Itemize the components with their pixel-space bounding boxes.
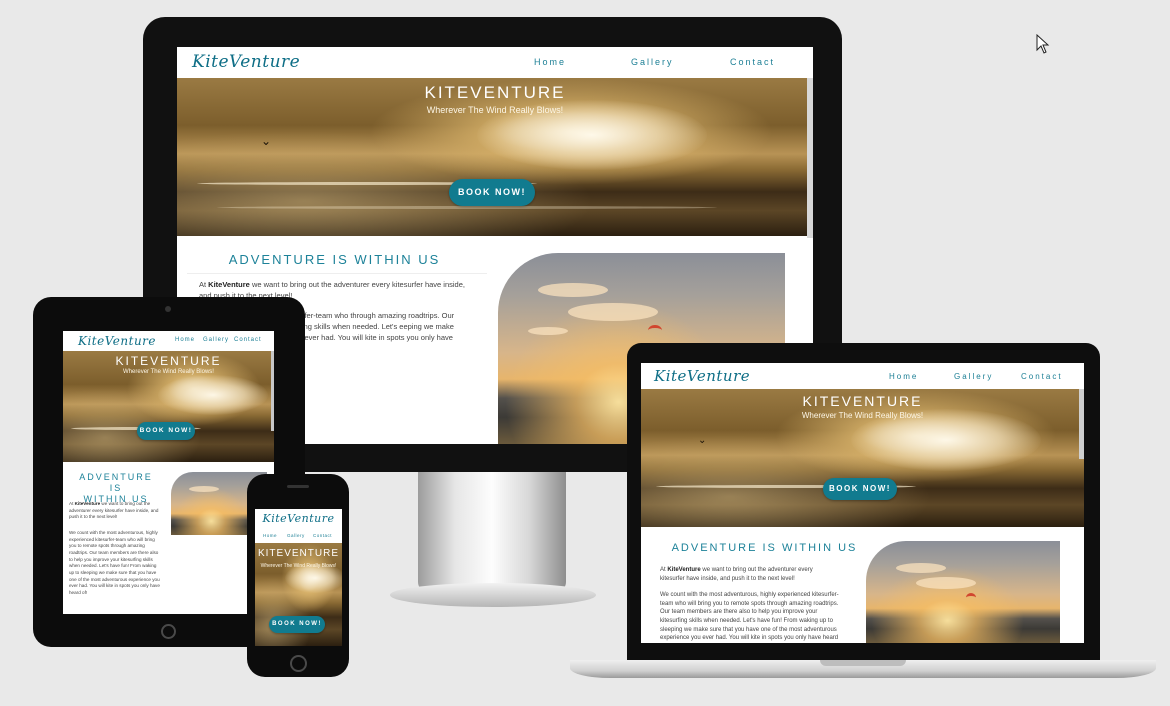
nav-links: Home Gallery Contact <box>175 337 262 343</box>
scrollbar[interactable] <box>807 78 813 238</box>
wave-image <box>158 375 268 415</box>
nav-contact[interactable]: Contact <box>234 337 262 343</box>
kite-icon <box>966 593 976 602</box>
hero-title: KITEVENTURE <box>802 393 923 409</box>
site-logo[interactable]: KiteVenture <box>78 334 156 348</box>
section-divider <box>187 273 487 274</box>
nav-gallery[interactable]: Gallery <box>954 372 1021 381</box>
hero-subtitle: Wherever The Wind Really Blows! <box>260 563 337 569</box>
phone-speaker <box>287 485 309 488</box>
site-logo[interactable]: KiteVenture <box>654 367 750 385</box>
nav-gallery[interactable]: Gallery <box>203 337 234 343</box>
mouse-pointer-icon <box>1036 34 1050 54</box>
section-title: ADVENTURE IS WITHIN US <box>228 252 441 267</box>
navbar: KiteVenture Home Gallery Contact <box>255 509 342 543</box>
nav-contact[interactable]: Contact <box>730 57 775 67</box>
hero-banner: ⌄ KITEVENTURE Wherever The Wind Really B… <box>641 389 1084 527</box>
nav-contact[interactable]: Contact <box>1021 372 1063 381</box>
hero-banner: ⌄ KITEVENTURE Wherever The Wind Really B… <box>177 78 813 236</box>
nav-home[interactable]: Home <box>263 533 287 538</box>
navbar: KiteVenture Home Gallery Contact <box>177 47 813 78</box>
nav-home[interactable]: Home <box>889 372 954 381</box>
hero-title: KITEVENTURE <box>257 548 339 559</box>
bird-icon: ⌄ <box>261 134 272 148</box>
nav-gallery[interactable]: Gallery <box>631 57 730 67</box>
team-paragraph: We count with the most adventurous, high… <box>660 592 839 642</box>
kite-icon <box>648 325 662 336</box>
hero-banner: KITEVENTURE Wherever The Wind Really Blo… <box>255 543 342 646</box>
team-paragraph: We count with the most adventurous, high… <box>69 530 160 595</box>
hero-title: KITEVENTURE <box>115 354 222 368</box>
nav-home[interactable]: Home <box>534 57 631 67</box>
book-now-button[interactable]: BOOK NOW! <box>823 478 897 500</box>
intro-paragraph: At KiteVenture we want to bring out the … <box>69 501 159 520</box>
laptop-screen: KiteVenture Home Gallery Contact ⌄ KITEV… <box>641 363 1084 643</box>
monitor-stand-neck <box>418 470 566 592</box>
nav-contact[interactable]: Contact <box>313 533 332 538</box>
scrollbar[interactable] <box>1079 389 1084 459</box>
kitesurf-photo <box>866 541 1060 643</box>
nav-links: Home Gallery Contact <box>534 57 775 67</box>
navbar: KiteVenture Home Gallery Contact <box>63 331 274 351</box>
hero-title: KITEVENTURE <box>424 83 566 102</box>
nav-home[interactable]: Home <box>175 337 203 343</box>
hero-banner: KITEVENTURE Wherever The Wind Really Blo… <box>63 351 274 462</box>
monitor-stand-base <box>390 583 596 607</box>
tablet-home-button[interactable] <box>161 624 176 639</box>
navbar: KiteVenture Home Gallery Contact <box>641 363 1084 389</box>
phone-screen: KiteVenture Home Gallery Contact KITEVEN… <box>255 509 342 646</box>
site-logo[interactable]: KiteVenture <box>255 512 342 525</box>
phone-home-button[interactable] <box>290 655 307 672</box>
nav-gallery[interactable]: Gallery <box>287 533 313 538</box>
intro-paragraph: At KiteVenture we want to bring out the … <box>660 567 813 582</box>
site-logo[interactable]: KiteVenture <box>192 52 300 72</box>
hero-subtitle: Wherever The Wind Really Blows! <box>801 411 924 420</box>
scrollbar[interactable] <box>271 351 274 431</box>
book-now-button[interactable]: BOOK NOW! <box>269 616 325 633</box>
nav-links: Home Gallery Contact <box>889 372 1063 381</box>
book-now-button[interactable]: BOOK NOW! <box>137 422 195 440</box>
laptop-notch <box>820 660 906 666</box>
tablet-screen: KiteVenture Home Gallery Contact KITEVEN… <box>63 331 274 614</box>
hero-subtitle: Wherever The Wind Really Blows! <box>123 369 214 375</box>
hero-subtitle: Wherever The Wind Really Blows! <box>426 105 564 115</box>
bird-icon: ⌄ <box>698 435 707 446</box>
book-now-button[interactable]: BOOK NOW! <box>449 179 535 206</box>
tablet-camera <box>165 306 171 312</box>
section-title: ADVENTURE IS WITHIN US <box>671 542 858 554</box>
nav-links: Home Gallery Contact <box>263 533 332 538</box>
